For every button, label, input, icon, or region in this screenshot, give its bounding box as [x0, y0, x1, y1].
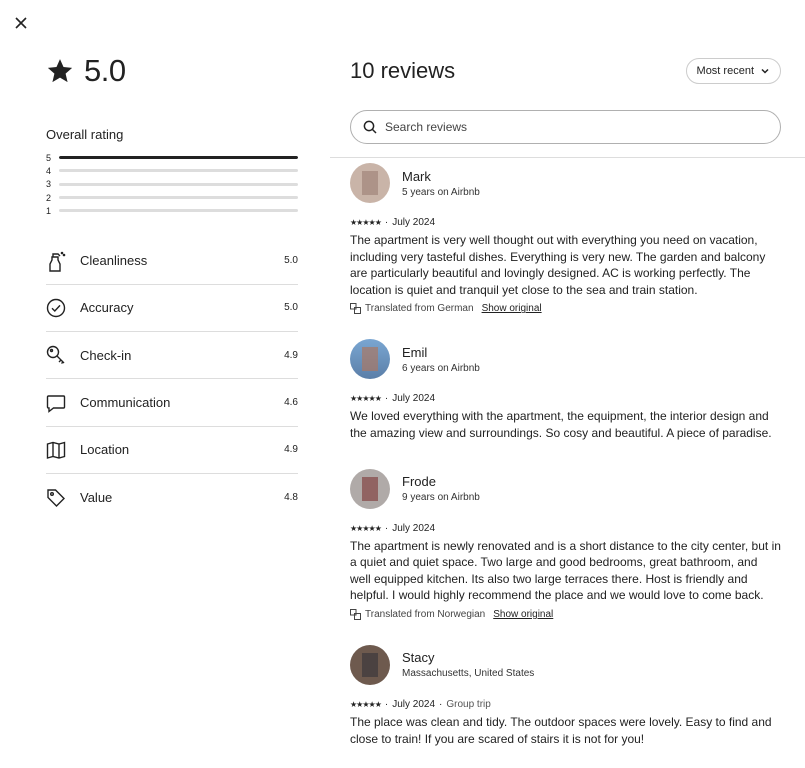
category-value: 5.0 — [284, 255, 298, 267]
avatar[interactable] — [350, 339, 390, 380]
category-label: Communication — [80, 395, 171, 411]
avatar[interactable] — [350, 644, 390, 685]
translation-note: Translated from Norwegian Show original — [350, 608, 781, 620]
close-icon — [15, 17, 27, 29]
review-meta: ★★★★★ · July 2024 — [350, 522, 436, 534]
spray-bottle-icon — [46, 250, 80, 272]
reviews-header: 10 reviews Most recent — [330, 52, 805, 90]
translate-icon — [350, 608, 361, 620]
review-text: We loved everything with the apartment, … — [350, 409, 772, 440]
category-value: 4.9 — [284, 349, 298, 361]
show-original-link[interactable]: Show original — [493, 609, 553, 620]
review-list: Mark 5 years on Airbnb ★★★★★ · July 2024… — [330, 162, 805, 747]
search-input[interactable] — [385, 120, 780, 134]
category-communication: Communication 4.6 — [46, 379, 298, 427]
reviewer-name: Emil — [402, 344, 428, 360]
rating-bar-1: 1 — [46, 204, 298, 217]
star-rating-icon: ★★★★★ — [350, 699, 382, 709]
category-cleanliness: Cleanliness 5.0 — [46, 237, 298, 285]
translated-from: Translated from Norwegian — [365, 608, 486, 620]
category-label: Location — [80, 442, 130, 458]
category-accuracy: Accuracy 5.0 — [46, 285, 298, 333]
category-label: Check-in — [80, 347, 132, 363]
category-value: 5.0 — [284, 302, 298, 314]
review-meta: ★★★★★ · July 2024 · Group trip — [350, 698, 491, 710]
rating-bar-label: 5 — [46, 152, 52, 163]
reviewer-location: Massachusetts, United States — [402, 668, 535, 680]
translated-from: Translated from German — [365, 303, 474, 315]
average-rating: 5.0 — [84, 53, 126, 88]
reviewer-name: Stacy — [402, 650, 435, 666]
tag-icon — [46, 488, 80, 508]
rating-distribution: 5 4 3 2 1 — [46, 151, 298, 217]
divider — [330, 157, 805, 158]
star-icon — [47, 59, 73, 83]
reviews-count: 10 reviews — [350, 58, 456, 83]
category-value: 4.6 — [284, 397, 298, 409]
rating-panel: 5.0 Overall rating 5 4 3 2 1 Cleanliness… — [46, 52, 298, 521]
close-button[interactable] — [12, 14, 30, 32]
search-field[interactable] — [350, 110, 781, 144]
rating-bar-label: 3 — [46, 179, 52, 190]
category-label: Cleanliness — [80, 253, 148, 269]
review-text: The apartment is newly renovated and is … — [350, 538, 781, 603]
review-date: July 2024 — [392, 393, 436, 405]
rating-bar-label: 4 — [46, 165, 52, 176]
avatar[interactable] — [350, 163, 390, 203]
category-check-in: Check-in 4.9 — [46, 332, 298, 380]
rating-bar-2: 2 — [46, 191, 298, 204]
rating-summary: 5.0 — [46, 52, 298, 90]
review-date: July 2024 — [392, 522, 436, 534]
category-value: 4.9 — [284, 444, 298, 456]
sort-label: Most recent — [696, 65, 754, 77]
review-text: The place was clean and tidy. The outdoo… — [350, 714, 772, 746]
map-icon — [46, 440, 80, 460]
review-author: Emil 6 years on Airbnb — [350, 338, 781, 380]
review-date: July 2024 — [392, 217, 436, 228]
category-ratings: Cleanliness 5.0 Accuracy 5.0 Check-in 4.… — [46, 237, 298, 521]
review-item: Emil 6 years on Airbnb ★★★★★ · July 2024… — [350, 338, 781, 441]
reviewer-name: Mark — [402, 168, 431, 184]
rating-bar-3: 3 — [46, 178, 298, 191]
reviewer-name: Frode — [402, 474, 436, 490]
star-rating-icon: ★★★★★ — [350, 394, 382, 404]
reviewer-tenure: 9 years on Airbnb — [402, 492, 480, 504]
check-circle-icon — [46, 298, 80, 318]
star-rating-icon: ★★★★★ — [350, 523, 382, 533]
star-rating-icon: ★★★★★ — [350, 218, 382, 227]
review-meta: ★★★★★ · July 2024 — [350, 393, 436, 405]
category-label: Value — [80, 490, 113, 506]
review-author: Stacy Massachusetts, United States — [350, 644, 781, 686]
review-item: Frode 9 years on Airbnb ★★★★★ · July 202… — [350, 468, 781, 620]
reviewer-tenure: 5 years on Airbnb — [402, 186, 480, 198]
key-icon — [46, 345, 80, 365]
reviews-panel: 10 reviews Most recent Mark 5 years on A… — [330, 52, 805, 747]
review-item: Stacy Massachusetts, United States ★★★★★… — [350, 644, 781, 747]
rating-bar-label: 2 — [46, 192, 52, 203]
rating-bar-label: 1 — [46, 205, 52, 216]
overall-rating-title: Overall rating — [46, 127, 124, 142]
review-author: Mark 5 years on Airbnb — [350, 162, 781, 204]
show-original-link[interactable]: Show original — [482, 303, 542, 314]
trip-type: Group trip — [446, 698, 491, 710]
search-icon — [363, 120, 377, 134]
category-value-rating: Value 4.8 — [46, 474, 298, 521]
rating-bar-4: 4 — [46, 164, 298, 177]
category-value: 4.8 — [284, 492, 298, 504]
message-icon — [46, 393, 80, 413]
chevron-down-icon — [761, 68, 769, 74]
review-author: Frode 9 years on Airbnb — [350, 468, 781, 510]
reviewer-tenure: 6 years on Airbnb — [402, 362, 480, 374]
review-text: The apartment is very well thought out w… — [350, 233, 766, 297]
translation-note: Translated from German Show original — [350, 303, 781, 315]
category-location: Location 4.9 — [46, 427, 298, 474]
avatar[interactable] — [350, 468, 390, 509]
rating-bar-5: 5 — [46, 151, 298, 164]
category-label: Accuracy — [80, 300, 134, 316]
review-item: Mark 5 years on Airbnb ★★★★★ · July 2024… — [350, 162, 781, 315]
sort-dropdown[interactable]: Most recent — [685, 58, 781, 84]
review-date: July 2024 — [392, 698, 436, 710]
review-meta: ★★★★★ · July 2024 — [350, 217, 436, 228]
translate-icon — [350, 303, 361, 315]
